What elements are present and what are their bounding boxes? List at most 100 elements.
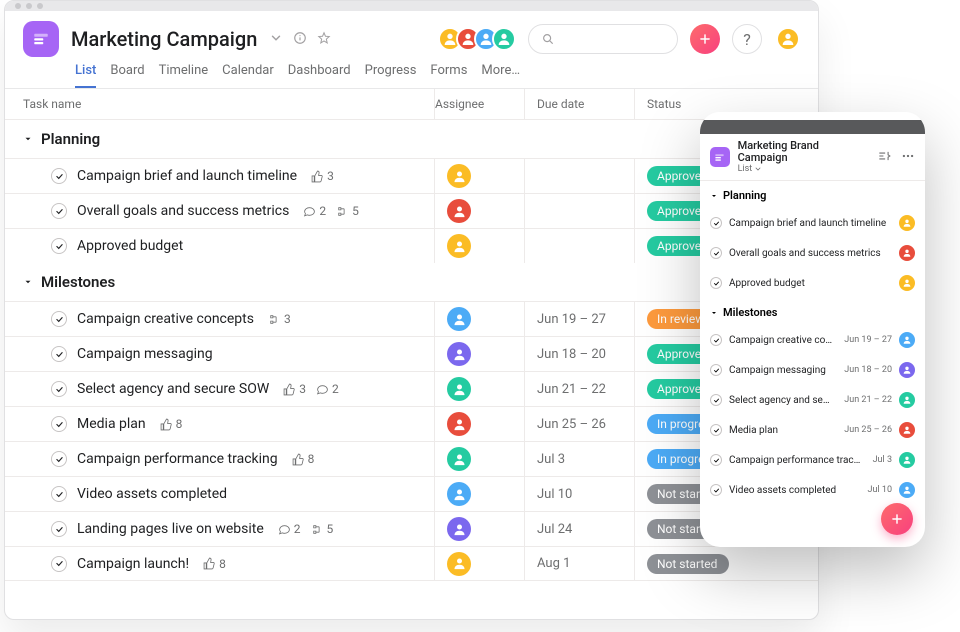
desktop-window: Marketing Campaign ? ListBoardTimelineCa… [4, 0, 819, 620]
mobile-project-icon [710, 147, 730, 167]
mobile-complete-checkbox[interactable] [710, 364, 722, 376]
task-row[interactable]: Campaign performance tracking8Jul 3In pr… [5, 441, 818, 476]
task-row[interactable]: Media plan8Jun 25 – 26In progress [5, 406, 818, 441]
mobile-task-row[interactable]: Overall goals and success metrics [700, 238, 925, 268]
tab-more[interactable]: More… [481, 63, 520, 88]
mobile-task-title: Overall goals and success metrics [729, 248, 892, 259]
task-title: Video assets completed [77, 486, 227, 502]
task-title: Campaign creative concepts [77, 311, 254, 327]
task-row[interactable]: Campaign brief and launch timeline3Appro… [5, 158, 818, 193]
search-input[interactable] [528, 24, 678, 54]
assignee-avatar[interactable] [447, 164, 471, 188]
task-row[interactable]: Select agency and secure SOW32Jun 21 – 2… [5, 371, 818, 406]
mobile-add-button[interactable] [881, 503, 913, 535]
mobile-due-date: Jul 3 [873, 455, 892, 465]
help-button[interactable]: ? [732, 24, 762, 54]
mobile-task-row[interactable]: Campaign brief and launch timeline [700, 208, 925, 238]
tab-forms[interactable]: Forms [430, 63, 467, 88]
subtasks-count: 3 [268, 312, 291, 326]
due-date: Jun 25 – 26 [524, 407, 634, 441]
tab-list[interactable]: List [75, 63, 96, 88]
assignee-avatar[interactable] [447, 377, 471, 401]
assignee-avatar[interactable] [447, 199, 471, 223]
project-dropdown-icon[interactable] [269, 30, 283, 49]
task-row[interactable]: Approved budgetApproved [5, 228, 818, 263]
complete-checkbox[interactable] [51, 556, 67, 572]
mobile-task-row[interactable]: Media planJun 25 – 26 [700, 415, 925, 445]
assignee-avatar[interactable] [447, 552, 471, 576]
add-button[interactable] [690, 24, 720, 54]
likes-count: 3 [283, 382, 306, 396]
mobile-assignee-avatar [899, 482, 915, 498]
assignee-avatar[interactable] [447, 447, 471, 471]
mobile-complete-checkbox[interactable] [710, 217, 722, 229]
task-row[interactable]: Video assets completedJul 10Not started [5, 476, 818, 511]
mobile-section-header[interactable]: Planning [700, 181, 925, 208]
mobile-complete-checkbox[interactable] [710, 334, 722, 346]
comments-count: 2 [316, 382, 339, 396]
status-pill[interactable]: Not started [647, 554, 729, 574]
mobile-section-header[interactable]: Milestones [700, 298, 925, 325]
complete-checkbox[interactable] [51, 311, 67, 327]
complete-checkbox[interactable] [51, 238, 67, 254]
complete-checkbox[interactable] [51, 381, 67, 397]
subtasks-icon [336, 205, 349, 218]
tab-dashboard[interactable]: Dashboard [288, 63, 351, 88]
task-row[interactable]: Landing pages live on website25Jul 24Not… [5, 511, 818, 546]
complete-checkbox[interactable] [51, 486, 67, 502]
mobile-complete-checkbox[interactable] [710, 247, 722, 259]
task-title: Campaign performance tracking [77, 451, 278, 467]
mobile-complete-checkbox[interactable] [710, 424, 722, 436]
mobile-complete-checkbox[interactable] [710, 454, 722, 466]
mobile-task-row[interactable]: Video assets completedJul 10 [700, 475, 925, 505]
tab-progress[interactable]: Progress [365, 63, 417, 88]
mobile-task-row[interactable]: Campaign creative conceptsJun 19 – 27 [700, 325, 925, 355]
info-icon[interactable] [293, 30, 307, 49]
mobile-complete-checkbox[interactable] [710, 484, 722, 496]
complete-checkbox[interactable] [51, 168, 67, 184]
mobile-filter-icon[interactable] [877, 149, 891, 166]
complete-checkbox[interactable] [51, 521, 67, 537]
complete-checkbox[interactable] [51, 451, 67, 467]
mobile-complete-checkbox[interactable] [710, 394, 722, 406]
task-title: Overall goals and success metrics [77, 203, 289, 219]
assignee-avatar[interactable] [447, 517, 471, 541]
tab-board[interactable]: Board [110, 63, 144, 88]
tab-timeline[interactable]: Timeline [159, 63, 209, 88]
current-user-avatar[interactable] [776, 27, 800, 51]
mobile-more-icon[interactable] [901, 149, 915, 166]
assignee-avatar[interactable] [447, 342, 471, 366]
view-tabs: List Board Timeline Calendar Dashboard Progre… [5, 57, 818, 89]
complete-checkbox[interactable] [51, 203, 67, 219]
member-avatar[interactable] [492, 27, 516, 51]
due-date [524, 229, 634, 263]
mobile-task-row[interactable]: Campaign messagingJun 18 – 20 [700, 355, 925, 385]
task-row[interactable]: Campaign creative concepts3Jun 19 – 27In… [5, 301, 818, 336]
task-title: Campaign messaging [77, 346, 213, 362]
assignee-avatar[interactable] [447, 307, 471, 331]
tab-calendar[interactable]: Calendar [222, 63, 274, 88]
mobile-task-row[interactable]: Select agency and secure SOWJun 21 – 22 [700, 385, 925, 415]
task-row[interactable]: Campaign messagingJun 18 – 20Approved [5, 336, 818, 371]
task-title: Campaign brief and launch timeline [77, 168, 297, 184]
caret-down-icon [23, 277, 33, 287]
mobile-task-row[interactable]: Campaign performance trackingJul 3 [700, 445, 925, 475]
star-icon[interactable] [317, 30, 331, 49]
task-title: Approved budget [77, 238, 183, 254]
mobile-view-selector[interactable]: List [738, 164, 869, 174]
due-date [524, 194, 634, 228]
mobile-complete-checkbox[interactable] [710, 277, 722, 289]
section-header[interactable]: Planning [5, 120, 818, 158]
task-row[interactable]: Campaign launch!8Aug 1Not started [5, 546, 818, 581]
mobile-assignee-avatar [899, 422, 915, 438]
mobile-task-row[interactable]: Approved budget [700, 268, 925, 298]
member-avatars[interactable] [444, 27, 516, 51]
assignee-avatar[interactable] [447, 234, 471, 258]
complete-checkbox[interactable] [51, 416, 67, 432]
assignee-avatar[interactable] [447, 412, 471, 436]
complete-checkbox[interactable] [51, 346, 67, 362]
assignee-avatar[interactable] [447, 482, 471, 506]
task-row[interactable]: Overall goals and success metrics25Appro… [5, 193, 818, 228]
subtasks-count: 5 [311, 522, 334, 536]
section-header[interactable]: Milestones [5, 263, 818, 301]
